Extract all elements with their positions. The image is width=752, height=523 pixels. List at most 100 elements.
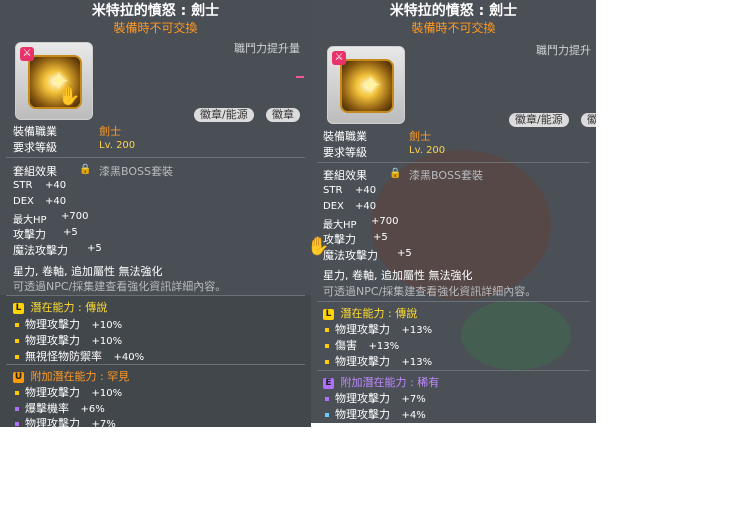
item-title: 米特拉的憤怒 : 劍士	[389, 3, 518, 19]
stat-value: +700	[61, 211, 89, 222]
stat-value: +40	[355, 185, 377, 196]
job-value: 劍士	[99, 125, 121, 138]
stat-value: +40	[45, 196, 67, 207]
potential-line: 物理攻擊力 +10%	[15, 316, 122, 332]
item-title: 米特拉的憤怒 : 劍士	[91, 3, 220, 19]
bonus-line: 物理攻擊力 +7%	[15, 415, 116, 427]
bullet-icon	[15, 391, 19, 395]
bonus-line: 物理攻擊力 +10%	[15, 384, 122, 400]
potential-value: +40%	[113, 352, 145, 363]
divider	[6, 157, 305, 158]
emblem-pill: 徽章	[266, 108, 300, 122]
background-art	[461, 300, 571, 370]
bonus-line: 物理攻擊力 +4%	[325, 406, 426, 422]
job-label: 裝備職業	[13, 125, 57, 138]
potential-stat: 物理攻擊力	[25, 318, 80, 331]
item-icon-frame[interactable]: ✦ ⚔	[327, 46, 405, 124]
level-row: 要求等級 Lv. 200	[323, 144, 445, 160]
set-value: 漆黑BOSS套裝	[409, 169, 483, 182]
bonus-value: +10%	[91, 388, 123, 399]
emblem-type-pill: 徽章/能源	[509, 113, 569, 127]
job-label: 裝備職業	[323, 130, 367, 143]
potential-line: 物理攻擊力 +10%	[15, 332, 122, 348]
stat-row: 魔法攻擊力 +5	[13, 242, 102, 258]
level-row: 要求等級 Lv. 200	[13, 139, 135, 155]
potential-header: L 潛在能力 : 傳說	[13, 299, 107, 315]
stat-name: DEX	[13, 196, 34, 207]
stat-value: +5	[87, 243, 102, 254]
bonus-potential-header: E 附加潛在能力 : 稀有	[323, 374, 439, 390]
stat-value: +40	[45, 180, 67, 191]
set-value: 漆黑BOSS套裝	[99, 165, 173, 178]
stat-value: +700	[371, 216, 399, 227]
bonus-potential-header: U 附加潛在能力 : 罕見	[13, 368, 129, 384]
stat-name: DEX	[323, 201, 344, 212]
potential-grade-icon: L	[323, 308, 334, 320]
divider	[317, 370, 590, 371]
stat-row: 最大HP +700	[13, 211, 88, 226]
stat-row: 魔法攻擊力 +5	[323, 247, 412, 263]
stat-name: STR	[323, 185, 343, 196]
item-tooltip-left: 米特拉的憤怒 : 劍士 裝備時不可交換 ✦ ⚔ ✋ 職鬥力提升量 徽章/能源 徽…	[0, 0, 311, 427]
bonus-line: 爆擊機率 +6%	[15, 400, 105, 416]
potential-grade-icon: L	[13, 302, 24, 314]
potential-stat: 物理攻擊力	[25, 334, 80, 347]
bullet-icon	[325, 344, 329, 348]
bonus-potential-label: 附加潛在能力 : 稀有	[340, 376, 440, 389]
potential-line: 無視怪物防禦率 +40%	[15, 348, 144, 364]
bullet-icon	[325, 397, 329, 401]
equip-tag-icon: ⚔	[332, 51, 346, 65]
bullet-icon	[15, 323, 19, 327]
emblem-type-pill: 徽章/能源	[194, 108, 254, 122]
item-trade-note: 裝備時不可交換	[411, 21, 496, 35]
item-tooltip-right: 米特拉的憤怒 : 劍士 裝備時不可交換 ✦ ⚔ 職鬥力提升 徽章/能源 徽 裝備…	[311, 0, 596, 423]
divider	[317, 162, 590, 163]
damage-increase-label: 職鬥力提升量	[234, 42, 300, 55]
potential-header: L 潛在能力 : 傳說	[323, 305, 417, 321]
stat-name: STR	[13, 180, 33, 191]
divider	[6, 364, 305, 365]
bonus-value: +4%	[401, 410, 426, 421]
stat-name: 魔法攻擊力	[323, 249, 378, 262]
hand-cursor-icon: ✋	[58, 86, 81, 107]
stat-name: 最大HP	[323, 220, 357, 231]
stat-row: DEX +40	[323, 201, 376, 212]
bullet-icon	[15, 422, 19, 426]
set-row: 套組效果 🔒 漆黑BOSS套裝	[323, 167, 483, 183]
divider	[6, 295, 305, 296]
level-value: Lv. 200	[99, 140, 136, 151]
hand-cursor-icon: ✋	[311, 236, 330, 257]
potential-line: 物理攻擊力 +13%	[325, 321, 432, 337]
job-row: 裝備職業 劍士	[13, 123, 121, 139]
item-trade-note: 裝備時不可交換	[113, 21, 198, 35]
level-label: 要求等級	[13, 141, 57, 154]
lock-icon: 🔒	[79, 164, 92, 175]
stat-name: 最大HP	[13, 215, 47, 226]
bonus-stat: 物理攻擊力	[25, 386, 80, 399]
emblem-icon: ✦	[340, 59, 394, 113]
enhance-note: 星力, 卷軸, 追加屬性 無法強化	[13, 265, 163, 278]
job-row: 裝備職業 劍士	[323, 128, 431, 144]
npc-note: 可透過NPC/採集建查看強化資訊詳細內容。	[323, 285, 537, 298]
item-icon-frame[interactable]: ✦ ⚔	[15, 42, 93, 120]
bonus-stat: 物理攻擊力	[25, 417, 80, 427]
bonus-value: +6%	[80, 404, 105, 415]
set-label: 套組效果	[323, 169, 367, 182]
stat-row: STR +40	[13, 180, 66, 191]
stat-row: STR +40	[323, 185, 376, 196]
potential-stat: 物理攻擊力	[335, 323, 390, 336]
bullet-icon	[15, 355, 19, 359]
bonus-grade-icon: E	[323, 377, 334, 389]
potential-stat: 物理攻擊力	[335, 355, 390, 368]
bullet-icon	[325, 328, 329, 332]
bonus-line: 物理攻擊力 +7%	[325, 390, 426, 406]
bonus-grade-icon: U	[13, 371, 24, 383]
bonus-potential-label: 附加潛在能力 : 罕見	[30, 370, 130, 383]
potential-stat: 無視怪物防禦率	[25, 350, 102, 363]
npc-note: 可透過NPC/採集建查看強化資訊詳細內容。	[13, 280, 227, 293]
level-value: Lv. 200	[409, 145, 446, 156]
lock-icon: 🔒	[389, 168, 402, 179]
set-row: 套組效果 🔒 漆黑BOSS套裝	[13, 163, 173, 179]
bonus-stat: 爆擊機率	[25, 402, 69, 415]
stat-row: DEX +40	[13, 196, 66, 207]
